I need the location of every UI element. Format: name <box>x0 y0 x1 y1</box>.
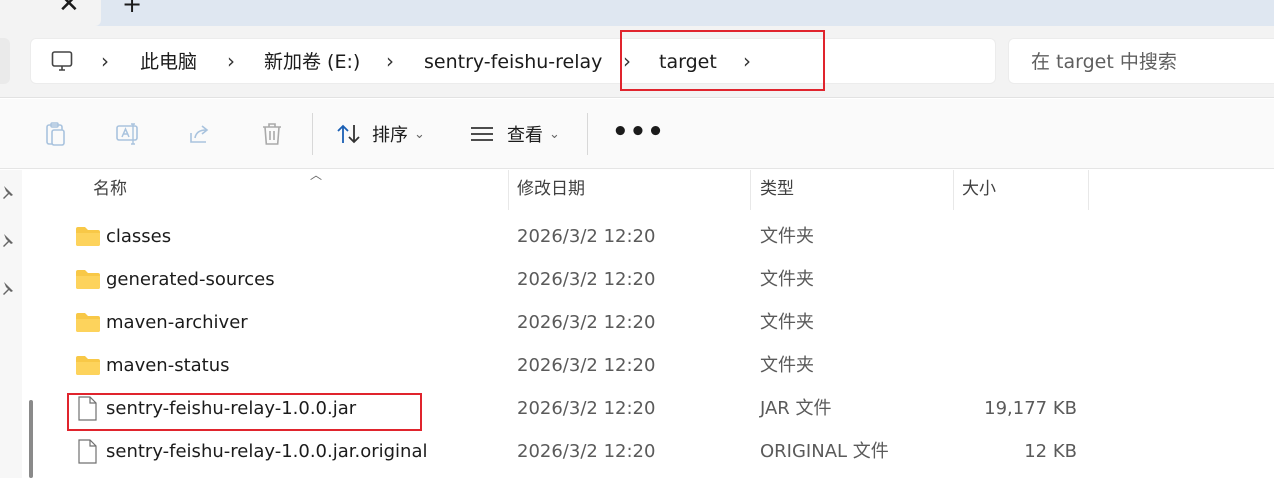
sort-button[interactable]: 排序 ⌄ <box>336 99 425 169</box>
toolbar-divider <box>587 113 588 155</box>
pin-icon[interactable] <box>0 281 14 295</box>
view-list-icon <box>471 127 493 141</box>
file-type: ORIGINAL 文件 <box>760 441 889 462</box>
close-tab-icon[interactable]: ✕ <box>58 0 80 17</box>
file-size <box>957 344 1077 387</box>
column-header-row: ︿ 名称 修改日期 类型 大小 <box>22 168 1274 210</box>
file-size <box>957 301 1077 344</box>
file-row[interactable]: maven-status 2026/3/2 12:20 文件夹 <box>45 344 1274 387</box>
command-bar: 排序 ⌄ 查看 ⌄ ••• <box>0 99 1274 169</box>
column-header-size[interactable]: 大小 <box>962 170 996 210</box>
this-pc-icon[interactable] <box>51 50 73 74</box>
file-name: classes <box>106 226 172 247</box>
file-row[interactable]: generated-sources 2026/3/2 12:20 文件夹 <box>45 258 1274 301</box>
breadcrumb-separator-icon[interactable]: › <box>101 39 109 85</box>
file-size <box>957 258 1077 301</box>
toolbar-divider <box>312 113 313 155</box>
new-tab-icon[interactable]: + <box>122 0 142 17</box>
sort-label: 排序 <box>372 125 408 146</box>
file-type: 文件夹 <box>760 355 814 376</box>
column-divider[interactable] <box>1088 170 1089 210</box>
file-date: 2026/3/2 12:20 <box>517 269 656 290</box>
tab-active[interactable]: ✕ <box>0 0 101 26</box>
nav-button[interactable] <box>0 38 10 84</box>
file-type: 文件夹 <box>760 312 814 333</box>
breadcrumb-item-project[interactable]: sentry-feishu-relay <box>424 39 602 85</box>
delete-icon[interactable] <box>259 121 285 147</box>
file-date: 2026/3/2 12:20 <box>517 355 656 376</box>
search-placeholder: 在 target 中搜索 <box>1031 51 1177 73</box>
breadcrumb-separator-icon[interactable]: › <box>227 39 235 85</box>
file-size: 12 KB <box>1024 441 1077 462</box>
column-header-type[interactable]: 类型 <box>760 170 794 210</box>
file-type: 文件夹 <box>760 226 814 247</box>
file-row[interactable]: maven-archiver 2026/3/2 12:20 文件夹 <box>45 301 1274 344</box>
folder-icon <box>76 356 100 375</box>
file-row[interactable]: classes 2026/3/2 12:20 文件夹 <box>45 215 1274 258</box>
file-type: JAR 文件 <box>760 398 832 419</box>
file-name: generated-sources <box>106 269 275 290</box>
file-size <box>957 215 1077 258</box>
column-header-date[interactable]: 修改日期 <box>517 170 585 210</box>
sort-ascending-icon: ︿ <box>310 168 323 182</box>
navigation-pane <box>0 170 22 478</box>
rename-icon[interactable] <box>115 121 141 147</box>
chevron-down-icon: ⌄ <box>414 126 425 142</box>
file-name: maven-status <box>106 355 230 376</box>
column-header-name[interactable]: 名称 <box>93 170 127 210</box>
breadcrumb-item-this-pc[interactable]: 此电脑 <box>140 39 197 85</box>
file-size: 19,177 KB <box>984 398 1077 419</box>
file-date: 2026/3/2 12:20 <box>517 312 656 333</box>
file-type: 文件夹 <box>760 269 814 290</box>
more-options-button[interactable]: ••• <box>612 99 665 169</box>
column-divider[interactable] <box>953 170 954 210</box>
column-divider[interactable] <box>508 170 509 210</box>
file-name: maven-archiver <box>106 312 248 333</box>
nav-scrollbar[interactable] <box>29 400 33 478</box>
pin-icon[interactable] <box>0 233 14 247</box>
highlight-box-target <box>620 30 825 91</box>
folder-icon <box>76 270 100 289</box>
sort-icon <box>337 124 360 144</box>
file-row[interactable]: sentry-feishu-relay-1.0.0.jar.original 2… <box>45 430 1274 473</box>
breadcrumb-separator-icon[interactable]: › <box>386 39 394 85</box>
view-button[interactable]: 查看 ⌄ <box>469 99 560 169</box>
file-icon <box>78 439 97 464</box>
search-input[interactable]: 在 target 中搜索 <box>1008 38 1274 84</box>
highlight-box-jar <box>67 393 422 431</box>
tab-strip: ✕ + <box>0 0 1274 26</box>
file-date: 2026/3/2 12:20 <box>517 226 656 247</box>
file-date: 2026/3/2 12:20 <box>517 398 656 419</box>
breadcrumb[interactable]: › 此电脑 › 新加卷 (E:) › sentry-feishu-relay ›… <box>30 38 996 84</box>
file-explorer-window: ✕ + › 此电脑 › 新加卷 (E:) › sentry-feishu-rel… <box>0 0 1274 478</box>
share-icon[interactable] <box>187 121 213 147</box>
folder-icon <box>76 313 100 332</box>
pin-icon[interactable] <box>0 185 14 199</box>
column-divider[interactable] <box>750 170 751 210</box>
file-name: sentry-feishu-relay-1.0.0.jar.original <box>106 441 428 462</box>
folder-icon <box>76 227 100 246</box>
view-label: 查看 <box>507 125 543 146</box>
chevron-down-icon: ⌄ <box>549 126 560 142</box>
paste-icon[interactable] <box>43 121 69 147</box>
file-date: 2026/3/2 12:20 <box>517 441 656 462</box>
breadcrumb-item-drive-e[interactable]: 新加卷 (E:) <box>264 39 360 85</box>
